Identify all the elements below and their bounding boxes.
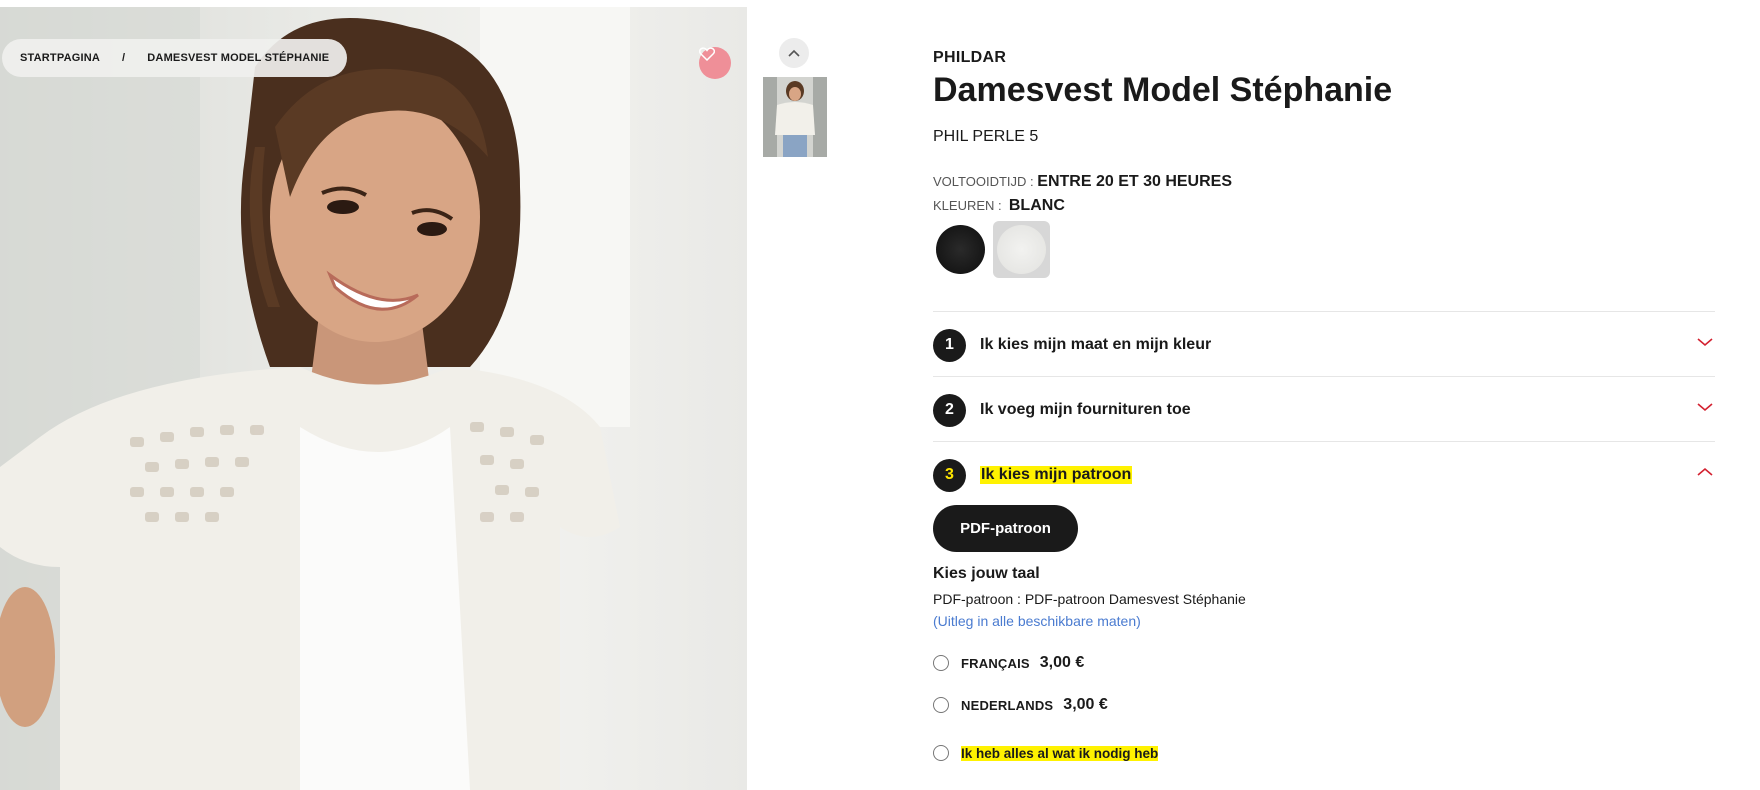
step-label: Ik voeg mijn fournituren toe: [980, 401, 1191, 418]
completion-time-label: VOLTOOIDTIJD :: [933, 174, 1034, 189]
heart-icon: [699, 47, 715, 61]
language-option-french[interactable]: FRANÇAIS 3,00 €: [933, 652, 1084, 674]
thumbnail-scroll-up-button[interactable]: [779, 38, 809, 68]
option-label: Ik heb alles al wat ik nodig heb: [961, 745, 1159, 761]
step-label: Ik kies mijn patroon: [980, 466, 1133, 484]
breadcrumb: STARTPAGINA / DAMESVEST MODEL STÉPHANIE: [2, 39, 348, 77]
product-brand[interactable]: PHILDAR: [933, 49, 1006, 67]
color-swatch-white-selected[interactable]: [993, 221, 1050, 278]
step-number: 3: [933, 458, 966, 492]
step-number: 2: [933, 393, 966, 427]
product-yarn[interactable]: PHIL PERLE 5: [933, 128, 1038, 146]
step-number: 1: [933, 328, 966, 362]
color-swatch-white: [997, 225, 1046, 274]
breadcrumb-current: DAMESVEST MODEL STÉPHANIE: [147, 52, 330, 64]
step-3-header[interactable]: 3 Ik kies mijn patroon: [933, 457, 1715, 493]
chevron-up-icon: [1697, 467, 1713, 476]
option-price: 3,00 €: [1039, 654, 1085, 671]
colors-value: BLANC: [1008, 197, 1065, 214]
pdf-pattern-button[interactable]: PDF-patroon: [933, 505, 1078, 552]
product-thumbnail[interactable]: [763, 77, 827, 157]
favorite-button[interactable]: [699, 47, 731, 79]
option-label: FRANÇAIS: [961, 655, 1030, 671]
step-label: Ik kies mijn maat en mijn kleur: [980, 336, 1212, 353]
product-main-image: STARTPAGINA / DAMESVEST MODEL STÉPHANIE: [0, 7, 747, 790]
radio-button[interactable]: [933, 745, 949, 761]
divider: [933, 311, 1715, 312]
radio-button[interactable]: [933, 697, 949, 713]
step-2-header[interactable]: 2 Ik voeg mijn fournituren toe: [933, 392, 1715, 428]
pattern-sizes-note[interactable]: (Uitleg in alle beschikbare maten): [933, 613, 1141, 629]
completion-time: VOLTOOIDTIJD : ENTRE 20 ET 30 HEURES: [933, 173, 1232, 191]
breadcrumb-home-link[interactable]: STARTPAGINA: [20, 52, 100, 64]
divider: [933, 376, 1715, 377]
option-label: NEDERLANDS: [961, 697, 1054, 713]
colors-info: KLEUREN : BLANC: [933, 197, 1065, 215]
divider: [933, 441, 1715, 442]
product-title: Damesvest Model Stéphanie: [933, 71, 1393, 109]
pattern-description: PDF-patroon : PDF-patroon Damesvest Stép…: [933, 591, 1246, 607]
model-photo: [0, 7, 630, 790]
language-heading: Kies jouw taal: [933, 565, 1040, 582]
option-price: 3,00 €: [1063, 696, 1108, 713]
radio-button[interactable]: [933, 655, 949, 671]
option-have-everything[interactable]: Ik heb alles al wat ik nodig heb: [933, 742, 1159, 764]
chevron-down-icon: [1697, 338, 1713, 347]
completion-time-value: ENTRE 20 ET 30 HEURES: [1037, 173, 1233, 190]
thumbnail-photo: [763, 77, 827, 157]
chevron-up-icon: [788, 49, 800, 57]
chevron-down-icon: [1697, 403, 1713, 412]
color-swatch-black[interactable]: [936, 225, 985, 274]
colors-label: KLEUREN :: [933, 198, 1002, 213]
breadcrumb-separator: /: [122, 52, 126, 64]
step-1-header[interactable]: 1 Ik kies mijn maat en mijn kleur: [933, 327, 1715, 363]
language-option-dutch[interactable]: NEDERLANDS 3,00 €: [933, 694, 1108, 716]
